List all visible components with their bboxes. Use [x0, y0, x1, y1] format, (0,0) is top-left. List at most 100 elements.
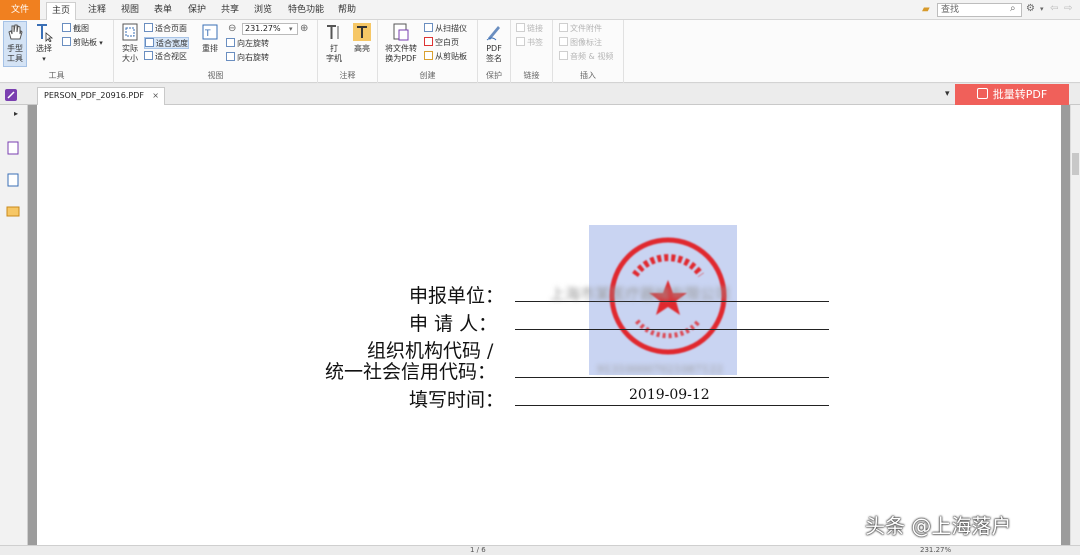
convert-to-pdf-button[interactable]: 将文件转 换为PDF: [384, 22, 418, 64]
protect-group-label: 保护: [486, 71, 502, 80]
scrollbar-thumb[interactable]: [1072, 153, 1079, 175]
search-icon[interactable]: ⌕: [1010, 3, 1016, 15]
gear-icon[interactable]: ⚙: [1026, 3, 1035, 15]
menu-tab-browse[interactable]: 浏览: [249, 2, 277, 20]
from-scanner-button[interactable]: 从扫描仪: [424, 23, 467, 35]
from-clipboard-button[interactable]: 从剪贴板: [424, 51, 467, 63]
text-cursor-icon: [37, 24, 54, 42]
back-arrow-icon[interactable]: ⇦: [1050, 3, 1058, 15]
watermark-text: 头条 @上海落户: [865, 514, 1012, 538]
link-icon: [516, 23, 525, 32]
image-annotation-button[interactable]: 图像标注: [559, 37, 602, 49]
thumbnails-icon[interactable]: [6, 173, 20, 187]
tools-group-label: 工具: [48, 71, 65, 80]
field-value-applicant-unit: 上海市某医疗器械有限公司: [550, 285, 731, 303]
blank-page-button[interactable]: 空白页: [424, 37, 459, 49]
convert-to-pdf-label: 将文件转 换为PDF: [385, 44, 417, 63]
typewriter-button[interactable]: 打 字机: [322, 22, 346, 64]
actual-size-label: 实际 大小: [122, 44, 138, 63]
select-tool-button[interactable]: 选择 ▾: [32, 22, 56, 64]
chevron-down-icon[interactable]: ▾: [1040, 3, 1044, 15]
rotate-left-label: 向左旋转: [237, 39, 269, 48]
view-group-label: 视图: [207, 71, 224, 80]
rotate-right-button[interactable]: 向右旋转: [226, 52, 269, 64]
status-bar: 1 / 6 231.27%: [0, 545, 1080, 555]
rotate-right-icon: [226, 52, 235, 61]
view-group: 实际 大小 适合页面 适合宽度 适合视区 T 重排 ⊖ 231.27% ▾ ⊕ …: [114, 20, 318, 83]
clipboard-label: 剪贴板: [73, 38, 97, 47]
vertical-scrollbar[interactable]: [1070, 105, 1080, 545]
file-attachment-label: 文件附件: [570, 24, 602, 33]
file-attachment-button[interactable]: 文件附件: [559, 23, 602, 35]
menu-tab-help[interactable]: 帮助: [333, 2, 361, 20]
audio-video-button[interactable]: 音频 & 视频: [559, 51, 613, 63]
document-convert-icon: [976, 88, 988, 99]
menu-bar: 文件 主页 注释 视图 表单 保护 共享 浏览 特色功能 帮助 ▰ 查找 ⌕ ⚙…: [0, 0, 1080, 20]
bookmark-button[interactable]: 书签: [516, 37, 543, 49]
document-tab[interactable]: PERSON_PDF_20916.PDF ×: [37, 87, 165, 105]
batch-convert-button[interactable]: 批量转PDF: [955, 84, 1069, 105]
menu-tab-share[interactable]: 共享: [216, 2, 244, 20]
blank-page-icon: [424, 37, 433, 46]
close-tab-icon[interactable]: ×: [152, 88, 159, 104]
menu-tab-comment[interactable]: 注释: [83, 2, 111, 20]
fit-width-button[interactable]: 适合宽度: [144, 37, 189, 49]
tab-list-dropdown-icon[interactable]: ▾: [945, 88, 950, 100]
field-line-fill-date: [515, 405, 829, 406]
comment-group: 打 字机 高亮 注释: [318, 20, 378, 83]
snapshot-button[interactable]: 截图: [62, 23, 89, 35]
fit-visible-button[interactable]: 适合视区: [144, 51, 187, 63]
menu-tab-view[interactable]: 视图: [116, 2, 144, 20]
document-viewport[interactable]: 申报单位： 上海市某医疗器械有限公司 申 请 人： 组织机构代码 / 统一社会信…: [28, 105, 1070, 545]
hand-tool-button[interactable]: 手型 工具: [3, 21, 27, 67]
fit-visible-label: 适合视区: [155, 52, 187, 61]
highlight-label: 高亮: [354, 44, 370, 53]
document-tab-bar: PERSON_PDF_20916.PDF × ▾ 批量转PDF: [0, 84, 1080, 105]
hand-tool-label: 手型 工具: [7, 44, 23, 63]
comments-icon[interactable]: [6, 205, 20, 219]
camera-icon: [62, 23, 71, 32]
convert-pdf-icon: [393, 23, 409, 41]
pdf-sign-button[interactable]: PDF 签名: [482, 22, 506, 64]
select-dropdown-icon[interactable]: ▾: [32, 54, 56, 64]
from-clipboard-label: 从剪贴板: [435, 52, 467, 61]
forward-arrow-icon[interactable]: ⇨: [1064, 3, 1072, 15]
typewriter-label: 打 字机: [326, 44, 342, 63]
menu-tab-features[interactable]: 特色功能: [283, 2, 329, 20]
menu-tab-protect[interactable]: 保护: [183, 2, 211, 20]
pdf-reader-window: 文件 主页 注释 视图 表单 保护 共享 浏览 特色功能 帮助 ▰ 查找 ⌕ ⚙…: [0, 0, 1080, 555]
reflow-label: 重排: [202, 44, 218, 53]
attachment-icon: [559, 23, 568, 32]
actual-size-button[interactable]: 实际 大小: [118, 22, 142, 64]
rotate-left-button[interactable]: 向左旋转: [226, 38, 269, 50]
link-button[interactable]: 链接: [516, 23, 543, 35]
status-zoom-value[interactable]: 231.27%: [920, 546, 951, 555]
svg-text:T: T: [204, 29, 211, 39]
menu-tab-file[interactable]: 文件: [0, 0, 40, 20]
app-logo-icon: [5, 89, 17, 101]
zoom-dropdown-icon[interactable]: ▾: [289, 23, 293, 35]
menu-tab-form[interactable]: 表单: [149, 2, 177, 20]
reflow-button[interactable]: T 重排: [198, 22, 222, 54]
fit-page-button[interactable]: 适合页面: [144, 23, 187, 35]
insert-group-label: 插入: [580, 71, 596, 80]
folder-icon[interactable]: ▰: [922, 4, 930, 16]
insert-group: 文件附件 图像标注 音频 & 视频 插入: [553, 20, 624, 83]
page-indicator[interactable]: 1 / 6: [470, 546, 486, 555]
menu-tab-home[interactable]: 主页: [46, 2, 77, 20]
field-line-credit-code: [515, 377, 829, 378]
image-icon: [559, 37, 568, 46]
zoom-in-icon[interactable]: ⊕: [300, 23, 308, 35]
clipboard-button[interactable]: 剪贴板 ▾: [62, 37, 103, 49]
field-value-fill-date: 2019-09-12: [629, 387, 710, 403]
clipboard-dropdown-icon[interactable]: ▾: [97, 39, 103, 47]
pen-sign-icon: [486, 26, 500, 41]
fit-page-label: 适合页面: [155, 24, 187, 33]
expand-panel-icon[interactable]: ▸: [14, 108, 18, 120]
zoom-out-icon[interactable]: ⊖: [228, 23, 236, 35]
blank-page-label: 空白页: [435, 38, 459, 47]
pages-icon[interactable]: [6, 141, 20, 155]
field-label-fill-date: 填写时间：: [409, 389, 505, 411]
highlight-button[interactable]: 高亮: [350, 22, 374, 54]
pdf-page: 申报单位： 上海市某医疗器械有限公司 申 请 人： 组织机构代码 / 统一社会信…: [37, 105, 1061, 545]
